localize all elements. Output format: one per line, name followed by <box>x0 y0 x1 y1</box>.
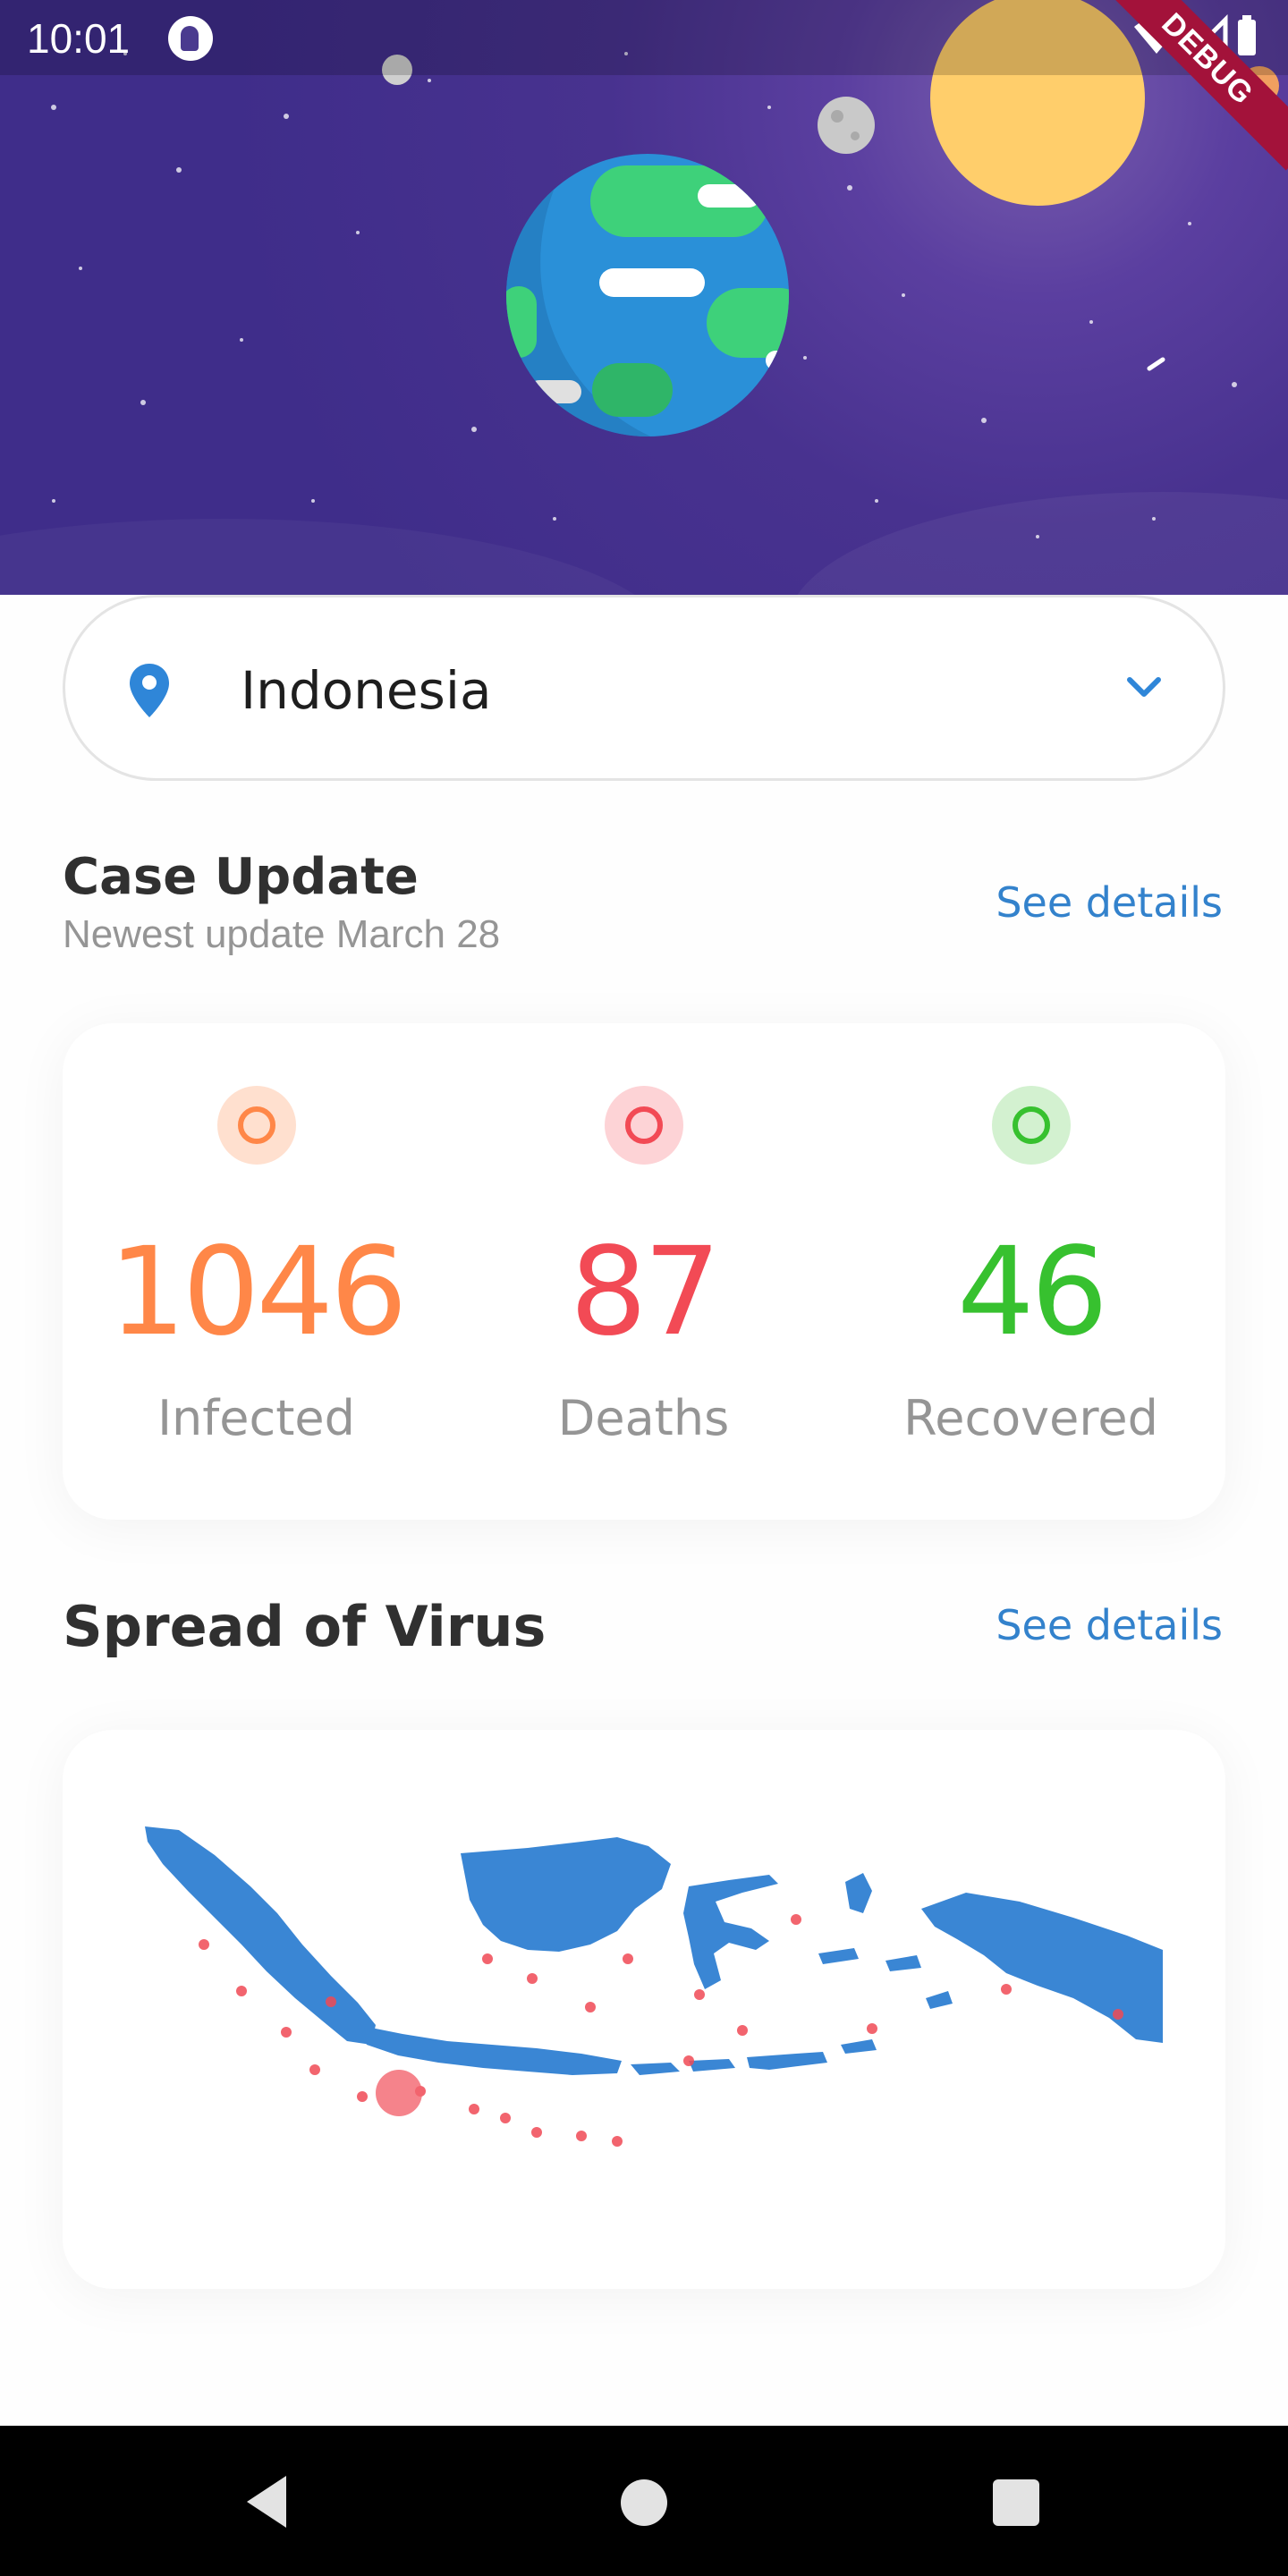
deaths-label: Deaths <box>557 1390 730 1446</box>
case-update-subtitle: Newest update March 28 <box>63 912 501 956</box>
system-nav-bar <box>0 2426 1288 2576</box>
case-see-details-link[interactable]: See details <box>996 878 1223 927</box>
status-bar: 10:01 <box>0 0 1288 75</box>
app-notification-icon <box>168 16 213 61</box>
infected-label: Infected <box>157 1390 355 1446</box>
battery-icon <box>1238 20 1256 55</box>
selected-country: Indonesia <box>241 660 492 721</box>
home-button[interactable] <box>621 2479 667 2526</box>
indonesia-map <box>145 1826 1163 2147</box>
deaths-count: 87 <box>569 1222 721 1363</box>
infected-count: 1046 <box>108 1222 407 1363</box>
back-button[interactable] <box>242 2470 292 2533</box>
deaths-indicator-icon <box>605 1086 683 1165</box>
chevron-down-icon <box>1127 677 1161 697</box>
recovered-indicator-icon <box>992 1086 1071 1165</box>
space-illustration <box>0 0 1288 595</box>
stat-deaths: 87 Deaths <box>450 1023 837 1520</box>
spread-see-details-link[interactable]: See details <box>996 1601 1223 1649</box>
stat-recovered: 46 Recovered <box>837 1023 1224 1520</box>
status-time: 10:01 <box>27 15 131 62</box>
case-update-title: Case Update <box>63 848 419 906</box>
recovered-label: Recovered <box>903 1390 1158 1446</box>
case-stats-card: 1046 Infected 87 Deaths 46 Recovered <box>63 1023 1225 1520</box>
country-dropdown[interactable]: Indonesia <box>63 595 1225 781</box>
recovered-count: 46 <box>956 1222 1108 1363</box>
spread-title: Spread of Virus <box>63 1594 547 1659</box>
recents-button[interactable] <box>993 2479 1039 2526</box>
hero-banner <box>0 0 1288 595</box>
location-pin-icon <box>130 664 169 717</box>
infected-indicator-icon <box>217 1086 296 1165</box>
stat-infected: 1046 Infected <box>63 1023 450 1520</box>
spread-map-card <box>63 1730 1225 2289</box>
